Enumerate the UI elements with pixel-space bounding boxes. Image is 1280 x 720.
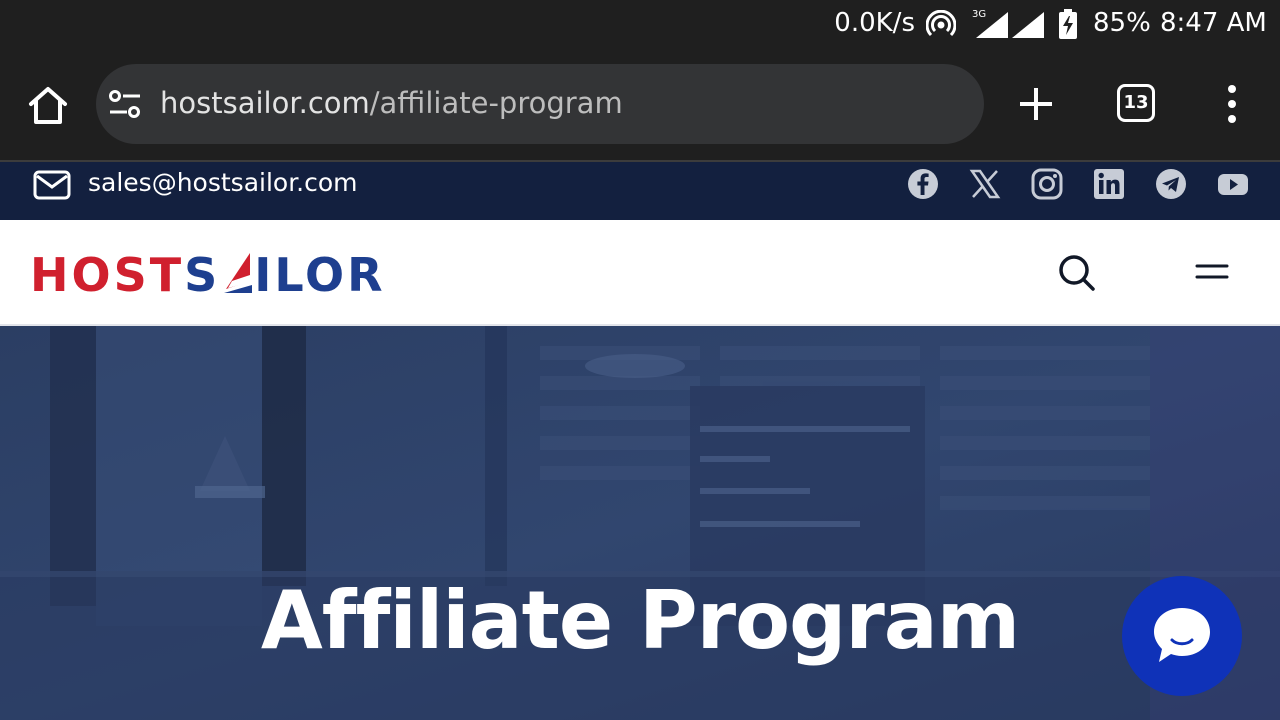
battery-charging-icon <box>1059 9 1077 39</box>
linkedin-icon[interactable] <box>1093 168 1125 200</box>
contact-email-link[interactable]: sales@hostsailor.com <box>88 168 358 197</box>
page-title: Affiliate Program <box>260 574 1020 667</box>
search-icon[interactable] <box>1056 252 1096 292</box>
new-tab-icon[interactable] <box>1016 84 1056 124</box>
logo-text-s: S <box>184 248 221 302</box>
clock: 8:47 AM <box>1160 8 1267 38</box>
signal-icon: 3G <box>972 9 1044 38</box>
hostsailor-logo[interactable]: HOSTS ILOR <box>30 250 386 300</box>
network-speed: 0.0K/s <box>834 8 915 38</box>
url-path: /affiliate-program <box>369 86 623 120</box>
tab-switcher-button[interactable]: 13 <box>1117 84 1155 122</box>
instagram-icon[interactable] <box>1031 168 1063 200</box>
contact-bar: sales@hostsailor.com <box>0 162 1280 220</box>
hotspot-icon <box>926 10 956 37</box>
more-menu-icon[interactable] <box>1222 84 1242 124</box>
live-chat-button[interactable] <box>1122 576 1242 696</box>
url-text[interactable]: hostsailor.com/affiliate-program <box>160 86 623 120</box>
mail-icon <box>33 170 71 200</box>
browser-toolbar: hostsailor.com/affiliate-program 13 <box>0 50 1280 160</box>
chat-bubble-icon <box>1154 608 1210 662</box>
sail-logo-icon <box>224 253 253 293</box>
logo-text-ilor: ILOR <box>254 248 386 302</box>
facebook-icon[interactable] <box>907 168 939 200</box>
x-icon[interactable] <box>969 168 1001 200</box>
logo-text-host: HOST <box>30 248 185 302</box>
status-bar: 0.0K/s 3G 85% 8:47 AM <box>0 0 1280 50</box>
url-domain: hostsailor.com <box>160 86 370 120</box>
home-icon[interactable] <box>26 84 70 126</box>
telegram-icon[interactable] <box>1155 168 1187 200</box>
site-header: HOSTS ILOR <box>0 220 1280 326</box>
network-type-label: 3G <box>972 9 986 20</box>
battery-level: 85% <box>1093 8 1151 38</box>
youtube-icon[interactable] <box>1217 168 1249 200</box>
site-settings-icon[interactable] <box>108 88 142 120</box>
hamburger-menu-icon[interactable] <box>1195 260 1229 284</box>
address-bar[interactable]: hostsailor.com/affiliate-program <box>96 64 984 144</box>
hero-banner: Affiliate Program <box>0 326 1280 720</box>
